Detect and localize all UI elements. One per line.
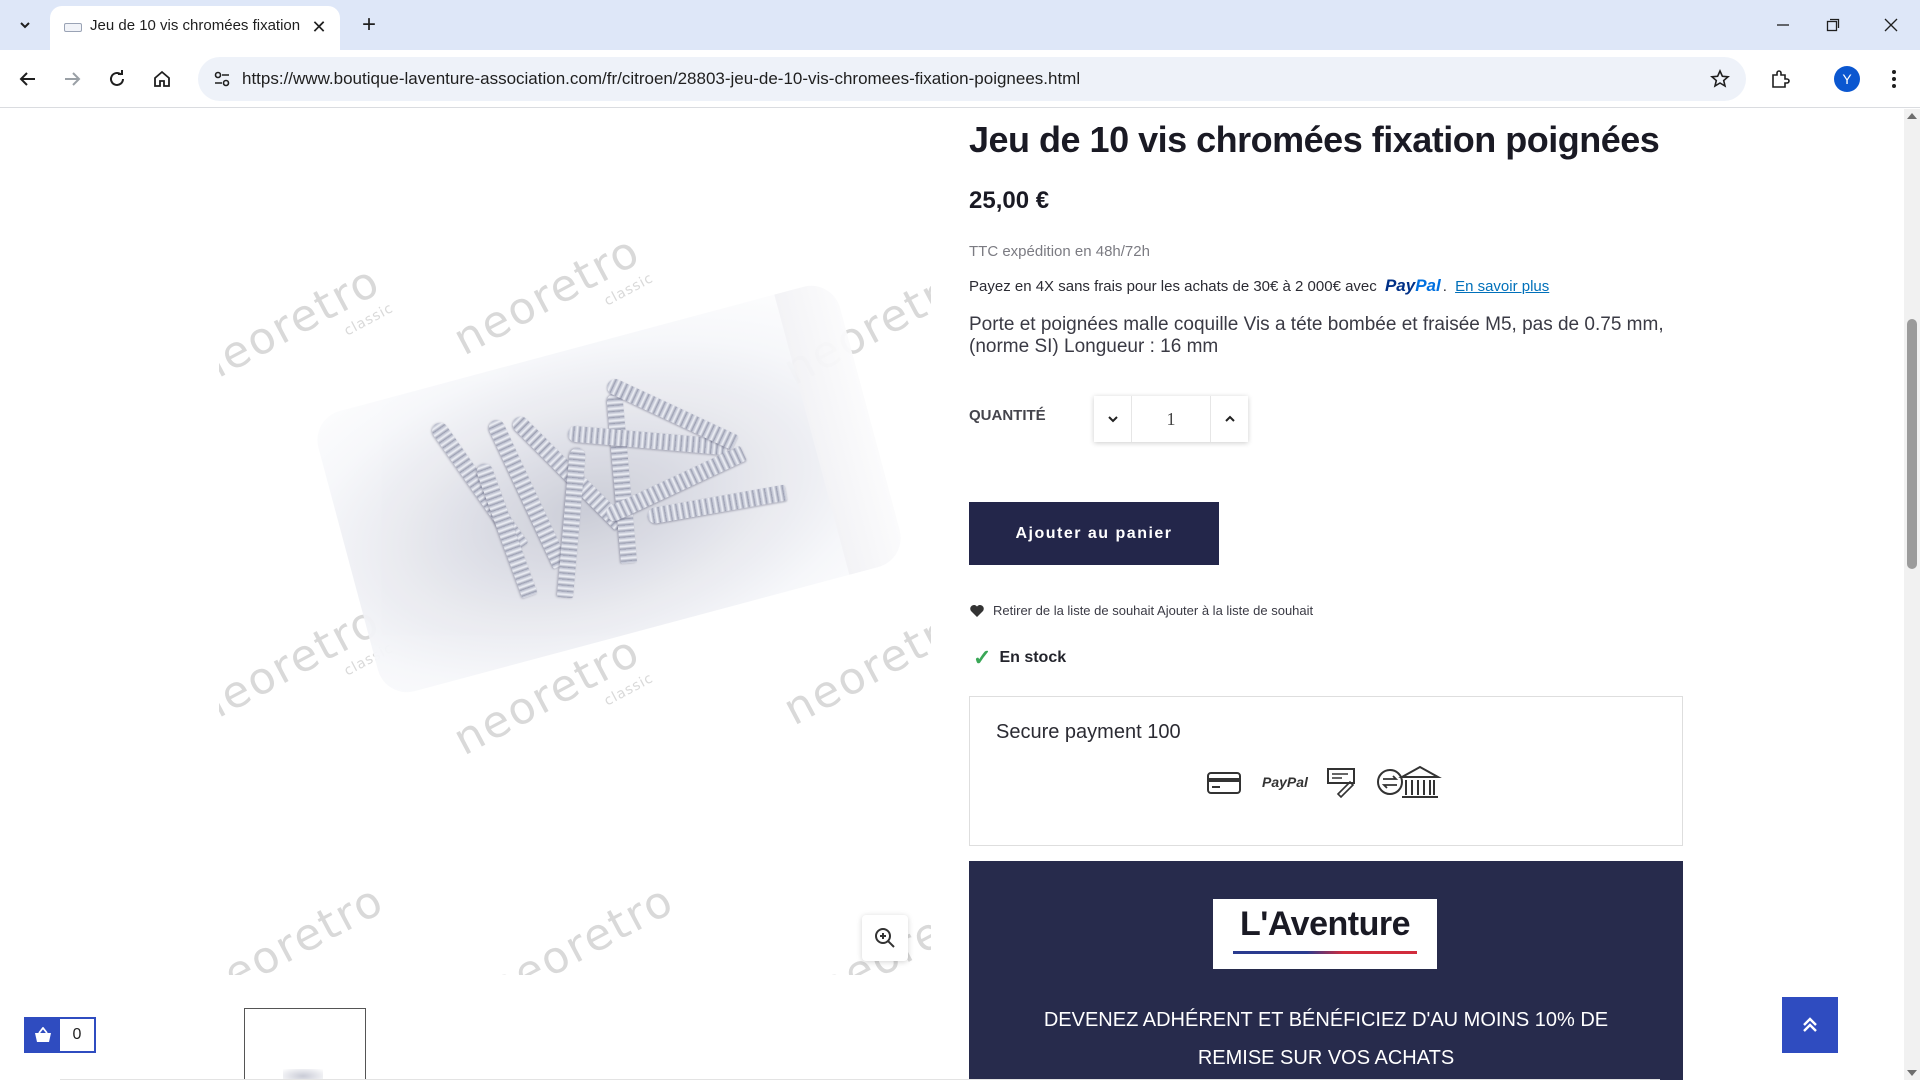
laventure-logo: L'Aventure xyxy=(1213,899,1437,969)
zoom-button[interactable] xyxy=(862,915,908,961)
quantity-increase-button[interactable] xyxy=(1210,396,1248,442)
check-icon: ✓ xyxy=(973,645,992,670)
tune-icon xyxy=(214,71,230,87)
product-thumbnail[interactable] xyxy=(244,1008,366,1080)
chevron-down-icon xyxy=(20,22,30,29)
browser-toolbar: https://www.boutique-laventure-associati… xyxy=(0,50,1920,108)
profile-avatar[interactable]: Y xyxy=(1834,66,1860,92)
bookmark-star-icon[interactable] xyxy=(1706,65,1734,93)
tab-close-icon[interactable]: ✕ xyxy=(308,16,330,38)
paypal-icon: PayPal xyxy=(1262,774,1308,790)
basket-icon xyxy=(35,1027,51,1042)
double-chevron-up-icon xyxy=(1803,1017,1817,1032)
logo-tricolor-line xyxy=(1233,951,1417,954)
reload-icon xyxy=(110,70,124,86)
stock-label: En stock xyxy=(999,649,1067,666)
watermark: neoretroclassic xyxy=(775,595,931,736)
credit-card-icon xyxy=(1207,772,1241,794)
screw-bag-photo xyxy=(310,279,908,699)
quantity-decrease-button[interactable] xyxy=(1094,396,1132,442)
home-icon xyxy=(154,70,170,87)
extensions-button[interactable] xyxy=(1762,61,1798,97)
add-to-cart-button[interactable]: Ajouter au panier xyxy=(969,502,1219,565)
minimize-icon xyxy=(1777,24,1789,26)
floating-cart-widget[interactable]: 0 xyxy=(24,1017,96,1053)
restore-icon xyxy=(1826,18,1840,32)
quantity-stepper xyxy=(1094,396,1248,442)
shopping-basket-icon xyxy=(26,1019,60,1051)
paypal-installments-message: Payez en 4X sans frais pour les achats d… xyxy=(969,276,1550,295)
arrow-left-icon xyxy=(19,72,35,86)
arrow-right-icon xyxy=(65,72,81,86)
cheque-icon xyxy=(1326,768,1355,798)
secure-payment-block: Secure payment 100 PayPal xyxy=(969,696,1683,846)
scroll-to-top-button[interactable] xyxy=(1782,997,1838,1053)
watermark: neoretroclassic xyxy=(219,255,397,396)
site-info-icon[interactable] xyxy=(208,65,236,93)
screw xyxy=(606,392,638,564)
watermark: neoretro xyxy=(219,874,393,975)
page-content: neoretro classic neoretro classic neoretro… xyxy=(0,109,1904,1080)
paypal-learn-more-link[interactable]: En savoir plus xyxy=(1455,278,1549,295)
address-bar[interactable]: https://www.boutique-laventure-associati… xyxy=(198,57,1746,101)
close-icon xyxy=(1884,18,1898,32)
tax-shipping-note: TTC expédition en 48h/72h xyxy=(969,243,1150,260)
restore-button[interactable] xyxy=(1810,8,1856,42)
active-tab[interactable]: Jeu de 10 vis chromées fixation ✕ xyxy=(50,6,340,50)
zoom-in-icon xyxy=(875,928,895,948)
url-text[interactable]: https://www.boutique-laventure-associati… xyxy=(242,69,1080,89)
site-favicon-icon xyxy=(64,23,82,32)
tab-search-button[interactable] xyxy=(8,8,42,42)
tab-title: Jeu de 10 vis chromées fixation xyxy=(90,17,301,34)
wishlist-toggle[interactable]: Retirer de la liste de souhait Ajouter à… xyxy=(969,603,1313,618)
paypal-message-text: Payez en 4X sans frais pour les achats d… xyxy=(969,278,1377,295)
secure-payment-title: Secure payment 100 xyxy=(996,721,1181,743)
membership-promo-banner[interactable]: L'Aventure DEVENEZ ADHÉRENT ET BÉNÉFICIE… xyxy=(969,861,1683,1080)
chevron-up-icon xyxy=(1224,415,1235,422)
new-tab-button[interactable]: + xyxy=(352,8,386,42)
heart-icon xyxy=(970,604,984,617)
scroll-up-arrow-icon[interactable] xyxy=(1907,113,1917,119)
quantity-input[interactable] xyxy=(1132,396,1210,442)
wishlist-label: Retirer de la liste de souhait Ajouter à… xyxy=(993,603,1314,618)
back-button[interactable] xyxy=(10,61,46,97)
watermark: neoretro xyxy=(478,874,683,975)
quantity-label: QUANTITÉ xyxy=(969,407,1046,424)
scroll-down-arrow-icon[interactable] xyxy=(1907,1070,1917,1076)
puzzle-icon xyxy=(1772,70,1790,88)
star-icon xyxy=(1710,69,1730,88)
minimize-button[interactable] xyxy=(1760,8,1806,42)
browser-tab-bar: Jeu de 10 vis chromées fixation ✕ + xyxy=(0,0,1920,50)
reload-button[interactable] xyxy=(99,61,135,97)
home-button[interactable] xyxy=(144,61,180,97)
paypal-logo: PayPal xyxy=(1384,276,1441,295)
close-window-button[interactable] xyxy=(1868,8,1914,42)
promo-text: DEVENEZ ADHÉRENT ET BÉNÉFICIEZ D'AU MOIN… xyxy=(1043,1009,1609,1069)
product-price: 25,00 € xyxy=(969,187,1050,214)
product-image[interactable]: neoretro classic neoretro classic neoretro… xyxy=(219,199,931,975)
scrollbar-thumb[interactable] xyxy=(1907,319,1917,569)
cart-count: 0 xyxy=(72,1026,82,1043)
bank-transfer-icon xyxy=(1376,765,1442,798)
stock-status: ✓ En stock xyxy=(973,645,1066,671)
forward-button[interactable] xyxy=(54,61,90,97)
chevron-down-icon xyxy=(1107,416,1118,423)
product-title: Jeu de 10 vis chromées fixation poignées xyxy=(969,119,1660,160)
payment-methods: PayPal xyxy=(1206,763,1442,801)
product-description: Porte et poignées malle coquille Vis a t… xyxy=(969,314,1664,357)
kebab-menu-icon xyxy=(1892,70,1896,88)
browser-menu-button[interactable] xyxy=(1876,61,1912,97)
page-scrollbar[interactable] xyxy=(1904,109,1920,1080)
